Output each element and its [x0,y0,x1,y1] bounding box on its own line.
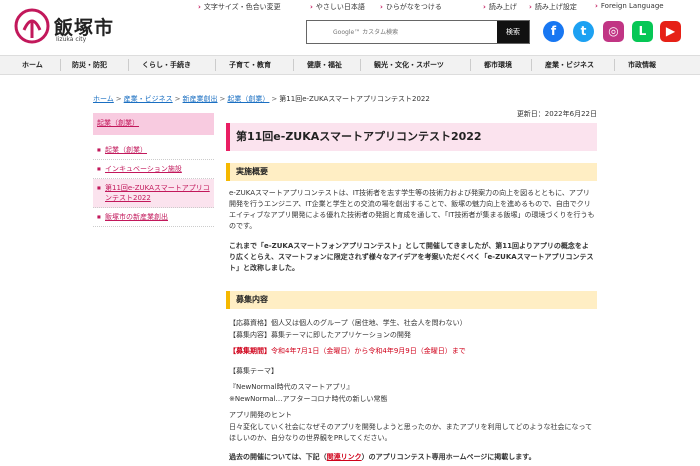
sidebar-item-startup[interactable]: 起業（創業） [93,141,214,160]
nav-divider [128,59,129,71]
logo-subtitle: Iizuka city [56,36,87,43]
hint-label: アプリ開発のヒント [229,411,292,419]
period-text: 【募集期間】令和4年7月1日（金曜日）から令和4年9月9日（金曜日）まで [229,346,595,357]
read-aloud-settings-link[interactable]: 読み上げ設定 [529,2,577,12]
nav-home[interactable]: ホーム [22,56,43,74]
foreign-language-link[interactable]: Foreign Language [595,2,664,10]
past-events-text: 過去の開催については、下記（関連リンク）のアプリコンテスト専用ホームページに掲載… [229,452,595,463]
breadcrumb-startup[interactable]: 起業（創業） [227,95,269,103]
line-glyph: L [638,24,647,38]
facebook-glyph: f [550,24,557,38]
sidebar-heading[interactable]: 起業（創業） [93,113,214,135]
section-heading-recruitment: 募集内容 [226,291,597,309]
sidebar: 起業（創業） 起業（創業） インキュベーション施設 第11回e-ZUKAスマート… [93,113,214,227]
breadcrumb-industry[interactable]: 産業・ビジネス [124,95,173,103]
hint-text: 日々変化していく社会になぜそのアプリを開発しようと思ったのか、またアプリを利用し… [229,423,593,442]
theme-label: 【募集テーマ】 [229,367,278,375]
eligibility-text: 【応募資格】個人又は個人のグループ（居住地、学生、社会人を問わない） [229,319,467,327]
updated-date: 更新日：2022年6月22日 [516,110,597,118]
nav-divider [614,59,615,71]
city-emblem-icon [14,8,50,44]
breadcrumb-separator: > [271,95,278,103]
breadcrumb-separator: > [219,95,226,103]
nav-divider [60,59,61,71]
line-icon[interactable]: L [632,21,653,42]
font-size-color-link[interactable]: 文字サイズ・色合い変更 [198,2,281,12]
section-heading-overview: 実施概要 [226,163,597,181]
nav-divider [293,59,294,71]
instagram-icon[interactable]: ◎ [603,21,624,42]
rename-paragraph: これまで「e-ZUKAスマートフォンアプリコンテスト」として開催してきましたが、… [229,242,594,272]
theme-note: ※NewNormal…アフターコロナ時代の新しい常態 [229,395,388,403]
site-logo[interactable]: 飯塚市 Iizuka city [14,8,124,48]
related-links-link[interactable]: 関連リンク [327,453,362,461]
period-label: 【募集期間】 [229,347,271,355]
site-header: 飯塚市 Iizuka city 文字サイズ・色合い変更 やさしい日本語 ひらがな… [0,0,700,55]
read-aloud-link[interactable]: 読み上げ [483,2,517,12]
breadcrumb-separator: > [115,95,122,103]
youtube-glyph: ▶ [665,24,676,38]
overview-paragraph: e-ZUKAスマートアプリコンテストは、IT技術者を志す学生等の技術力および発案… [229,189,595,230]
nav-childcare[interactable]: 子育て・教育 [229,56,271,74]
breadcrumb: ホーム > 産業・ビジネス > 新産業創出 > 起業（創業） > 第11回e-ZUKAスマートア… [93,94,430,104]
breadcrumb-home[interactable]: ホーム [93,95,114,103]
breadcrumb-new-industry[interactable]: 新産業創出 [183,95,218,103]
sidebar-item-new-industry[interactable]: 飯塚市の新産業創出 [93,208,214,227]
global-nav: ホーム 防災・防犯 くらし・手続き 子育て・教育 健康・福祉 観光・文化・スポー… [0,55,700,75]
content-text: 【募集内容】募集テーマに即したアプリケーションの開発 [229,331,411,339]
page-title: 第11回e-ZUKAスマートアプリコンテスト2022 [226,123,597,151]
nav-city-info[interactable]: 市政情報 [628,56,656,74]
search-input[interactable] [307,21,497,43]
sidebar-item-app-contest[interactable]: 第11回e-ZUKAスマートアプリコンテスト2022 [93,179,214,208]
nav-industry[interactable]: 産業・ビジネス [545,56,594,74]
easy-japanese-link[interactable]: やさしい日本語 [310,2,365,12]
nav-disaster-prevention[interactable]: 防災・防犯 [72,56,107,74]
nav-living[interactable]: くらし・手続き [142,56,191,74]
past-events-pre: 過去の開催については、下記（ [229,453,327,461]
nav-health[interactable]: 健康・福祉 [307,56,342,74]
nav-divider [470,59,471,71]
facebook-icon[interactable]: f [543,21,564,42]
breadcrumb-current: 第11回e-ZUKAスマートアプリコンテスト2022 [279,95,430,103]
breadcrumb-separator: > [174,95,181,103]
theme-title: 『NewNormal時代のスマートアプリ』 [229,383,354,391]
nav-divider [215,59,216,71]
search-button[interactable]: 検索 [497,21,529,43]
period-value: 令和4年7月1日（金曜日）から令和4年9月9日（金曜日）まで [271,347,466,355]
site-search: 検索 [306,20,530,44]
past-events-post: ）のアプリコンテスト専用ホームページに掲載します。 [361,453,536,461]
sidebar-item-incubation[interactable]: インキュベーション施設 [93,160,214,179]
twitter-glyph: t [580,24,587,38]
nav-tourism[interactable]: 観光・文化・スポーツ [374,56,444,74]
nav-urban[interactable]: 都市環境 [484,56,512,74]
furigana-link[interactable]: ひらがなをつける [380,2,442,12]
youtube-icon[interactable]: ▶ [660,21,681,42]
nav-divider [360,59,361,71]
nav-divider [531,59,532,71]
instagram-glyph: ◎ [608,24,619,38]
twitter-icon[interactable]: t [573,21,594,42]
